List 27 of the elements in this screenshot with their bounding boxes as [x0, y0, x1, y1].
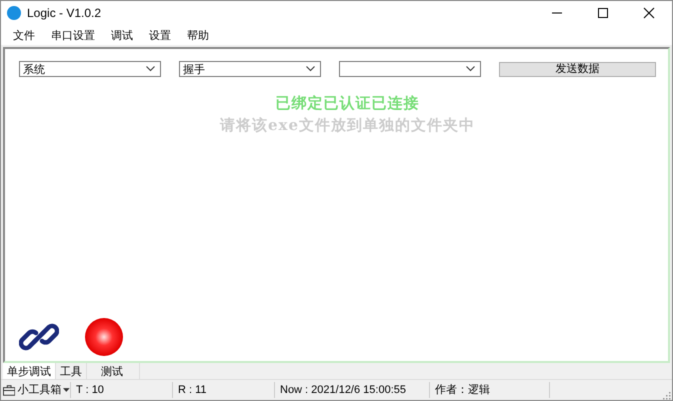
- resize-grip-icon[interactable]: [661, 390, 671, 400]
- status-lamp-icon: [85, 318, 123, 356]
- menu-item[interactable]: 设置: [141, 28, 179, 42]
- toolbox-dropdown[interactable]: 小工具箱: [3, 382, 71, 398]
- status-field: T : 10: [71, 382, 173, 398]
- maximize-icon[interactable]: [597, 7, 609, 19]
- status-field: 作者：逻辑: [430, 382, 550, 398]
- briefcase-icon: [3, 384, 16, 396]
- status-field: Now : 2021/12/6 15:00:55: [275, 382, 430, 398]
- menu-item[interactable]: 帮助: [179, 28, 217, 42]
- menu-item[interactable]: 串口设置: [43, 28, 103, 42]
- close-icon[interactable]: [643, 7, 655, 19]
- status-field: R : 11: [173, 382, 275, 398]
- status-message: 已绑定已认证已连接: [276, 94, 420, 113]
- tab[interactable]: 单步调试: [3, 363, 56, 379]
- send-data-button[interactable]: 发送数据: [499, 62, 656, 76]
- chevron-down-icon: [146, 66, 155, 72]
- menu-item[interactable]: 文件: [5, 28, 43, 42]
- combo-box[interactable]: 系统: [19, 61, 161, 77]
- combo-box[interactable]: [339, 61, 481, 77]
- window-title: Logic - V1.0.2: [27, 6, 102, 20]
- menu-item[interactable]: 调试: [103, 28, 141, 42]
- app-logo-icon: [7, 6, 21, 20]
- combo-box[interactable]: 握手: [179, 61, 321, 77]
- dropdown-arrow-icon: [63, 388, 70, 392]
- chevron-down-icon: [466, 66, 475, 72]
- chevron-down-icon: [306, 66, 315, 72]
